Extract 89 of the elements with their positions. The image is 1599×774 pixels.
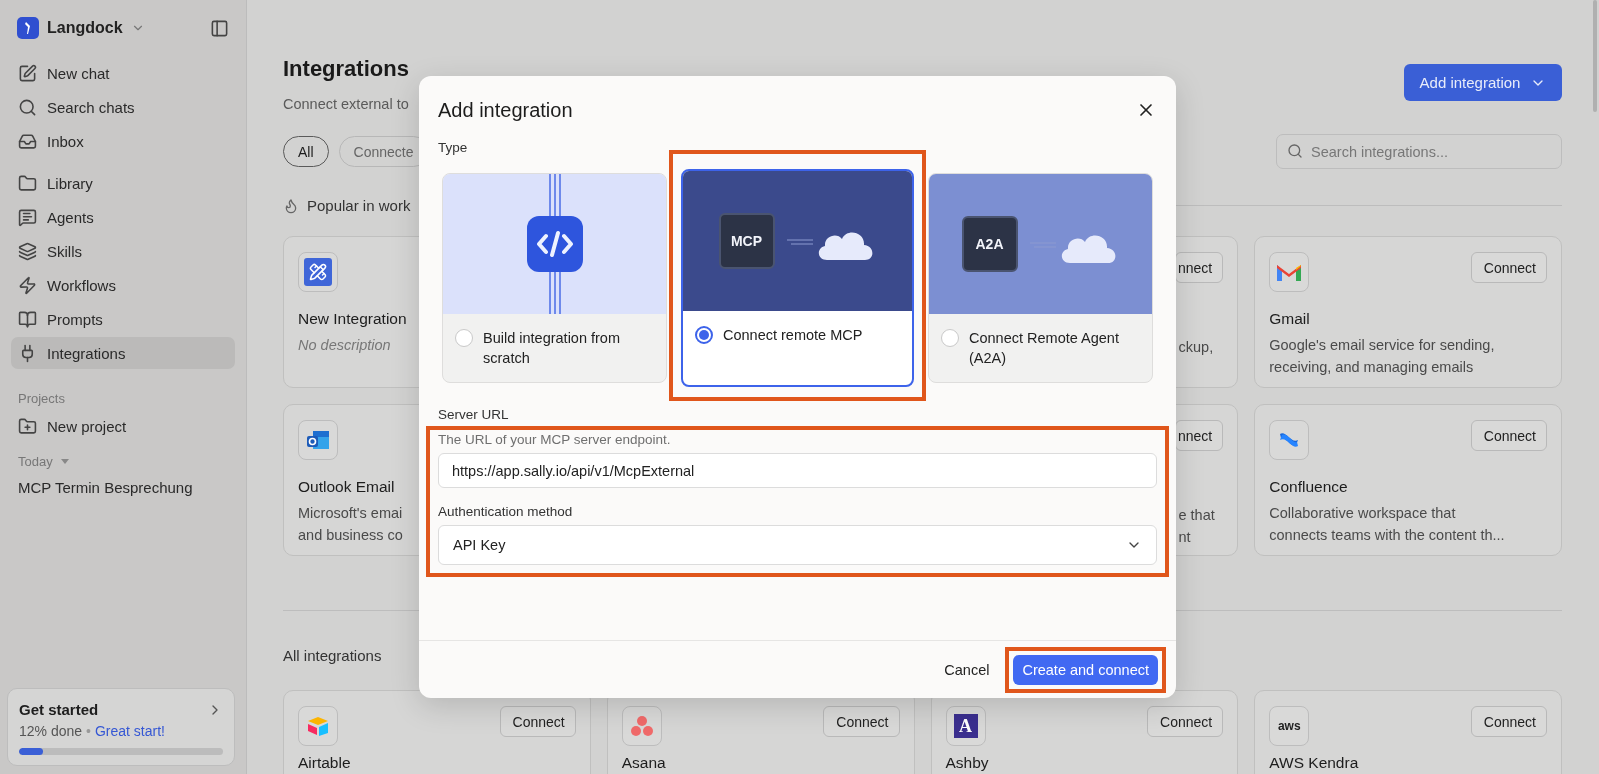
section-label: Projects bbox=[17, 391, 66, 406]
field-label: Server URL bbox=[438, 407, 510, 422]
connect-button[interactable]: Connect bbox=[1470, 420, 1547, 451]
field-label: Authentication method bbox=[438, 504, 574, 519]
folder-icon bbox=[18, 173, 37, 193]
card-description: Google's email service for sending, receiving, and managing emails bbox=[1269, 336, 1495, 377]
option-label: Connect remote MCP bbox=[723, 326, 863, 345]
section-heading: All integrations bbox=[283, 647, 382, 664]
inbox-icon bbox=[18, 131, 37, 151]
card-title: Get started bbox=[19, 701, 99, 718]
encouragement-link[interactable]: Great start! bbox=[94, 723, 165, 739]
sidebar-toggle-icon[interactable] bbox=[210, 18, 229, 38]
option-label: Build integration from scratch bbox=[483, 329, 621, 368]
connect-button[interactable]: Connect bbox=[823, 706, 900, 737]
type-option[interactable]: A2A Connect Remote Agent (A2A) bbox=[928, 173, 1153, 383]
page-title: Integrations bbox=[283, 56, 409, 82]
connect-button[interactable]: nnect bbox=[1175, 420, 1224, 451]
add-integration-button[interactable]: Add integration bbox=[1404, 64, 1562, 101]
connect-button[interactable]: Connect bbox=[499, 706, 576, 737]
letter-logo: A bbox=[953, 714, 978, 738]
option-label: Connect Remote Agent (A2A) bbox=[969, 329, 1120, 368]
search-icon bbox=[1287, 143, 1303, 159]
three-dots-icon bbox=[629, 715, 654, 737]
page-subtitle: Connect external to bbox=[283, 96, 409, 112]
envelope-icon bbox=[305, 428, 331, 452]
connect-button[interactable]: Connect bbox=[1470, 252, 1547, 283]
card-description: No description bbox=[298, 336, 391, 355]
lightning-icon bbox=[18, 275, 37, 295]
nav-item[interactable]: Prompts bbox=[11, 303, 235, 335]
type-option[interactable]: Build integration from scratch bbox=[442, 173, 667, 383]
separator-dot: • bbox=[86, 723, 91, 739]
card-title: Gmail bbox=[1269, 310, 1311, 328]
layers-icon bbox=[18, 241, 37, 261]
section-heading: Popular in work bbox=[307, 197, 411, 214]
caret-icon bbox=[60, 459, 69, 464]
book-icon bbox=[18, 309, 37, 329]
card-description: ckup, bbox=[1178, 338, 1215, 357]
connect-button[interactable]: nnect bbox=[1175, 252, 1224, 283]
url-input-field[interactable]: https://app.sally.io/api/v1/McpExternal bbox=[438, 453, 1157, 488]
search-field[interactable]: Search integrations... bbox=[1276, 134, 1562, 169]
search-icon bbox=[18, 97, 37, 117]
cancel-button[interactable]: Cancel bbox=[936, 655, 998, 684]
scrollbar[interactable] bbox=[1593, 0, 1597, 112]
brand-name: Langdock bbox=[47, 19, 123, 37]
tools-icon bbox=[304, 258, 332, 286]
pencil-square-icon bbox=[18, 63, 37, 83]
get-started-card[interactable]: Get started 12% done • Great start! bbox=[7, 688, 235, 766]
card-description: e that bbox=[1178, 506, 1216, 525]
connect-button[interactable]: Connect bbox=[1147, 706, 1224, 737]
card-description: Collaborative workspace that connects teams with the content th... bbox=[1269, 504, 1505, 545]
letter-logo: aws bbox=[1277, 719, 1301, 733]
create-and-connect-button[interactable]: Create and connect bbox=[1013, 654, 1158, 685]
envelope-m-icon bbox=[1276, 262, 1303, 282]
card-title: Confluence bbox=[1269, 478, 1349, 496]
nav-item[interactable]: Integrations bbox=[11, 337, 235, 369]
folder-plus-icon bbox=[18, 416, 37, 436]
field-label: Type bbox=[438, 140, 469, 155]
radio-button[interactable] bbox=[695, 326, 713, 344]
nav-item[interactable]: New chat bbox=[11, 57, 235, 89]
radio-button[interactable] bbox=[455, 329, 473, 347]
card-title: Airtable bbox=[298, 754, 352, 772]
card-title: Ashby bbox=[945, 754, 990, 772]
nav-item[interactable]: Inbox bbox=[11, 125, 235, 157]
card-title: AWS Kendra bbox=[1269, 754, 1360, 772]
progress-text: 12% done bbox=[19, 723, 83, 739]
chat-item[interactable]: MCP Termin Besprechung bbox=[11, 473, 235, 502]
boxes-icon bbox=[306, 715, 330, 737]
type-option[interactable]: MCP Connect remote MCP bbox=[681, 169, 914, 387]
card-title: Outlook Email bbox=[298, 478, 396, 496]
app-logo bbox=[17, 17, 39, 39]
card-description: Microsoft's emai and business co bbox=[298, 504, 403, 545]
nav-item[interactable]: Workflows bbox=[11, 269, 235, 301]
nav-item[interactable]: Search chats bbox=[11, 91, 235, 123]
processor-chip: MCP bbox=[718, 213, 775, 269]
flame-icon bbox=[283, 197, 299, 214]
dialog-title: Add integration bbox=[438, 98, 573, 122]
radio-button[interactable] bbox=[941, 329, 959, 347]
card-title: Asana bbox=[621, 754, 667, 772]
card-title: New Integration bbox=[298, 310, 408, 328]
chat-bubble-icon bbox=[18, 207, 37, 227]
field-hint: The URL of your MCP server endpoint. bbox=[438, 432, 672, 447]
auth-method-select[interactable]: API Key bbox=[438, 525, 1157, 565]
nav-item[interactable]: Library bbox=[11, 167, 235, 199]
processor-chip: A2A bbox=[961, 216, 1018, 272]
connect-button[interactable]: Connect bbox=[1470, 706, 1547, 737]
nav-item[interactable]: Agents bbox=[11, 201, 235, 233]
card-description: nt bbox=[1178, 528, 1192, 547]
nav-item[interactable]: New project bbox=[11, 410, 235, 442]
nav-item[interactable]: Skills bbox=[11, 235, 235, 267]
